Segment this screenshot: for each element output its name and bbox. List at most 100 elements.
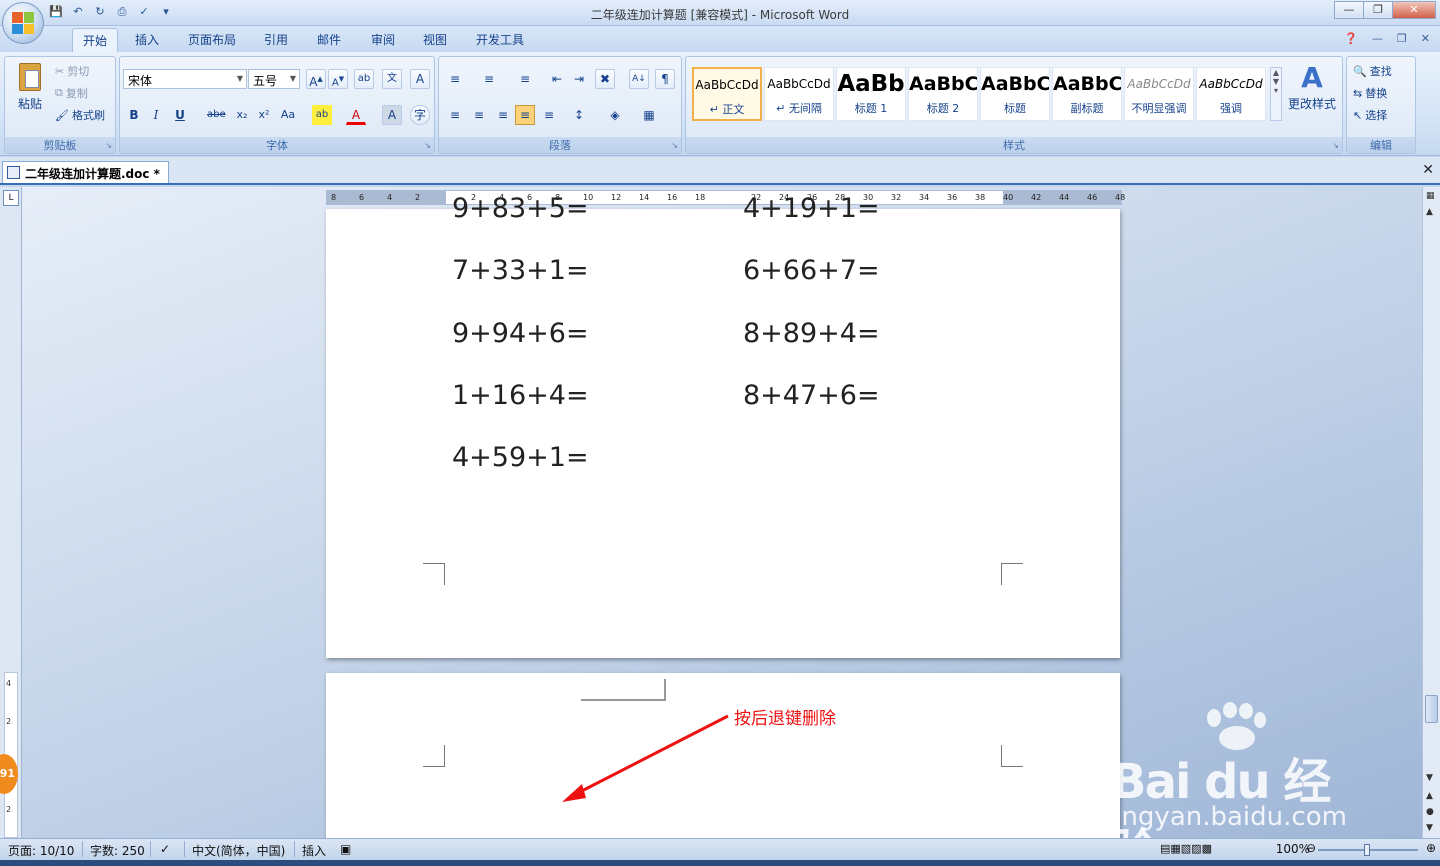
change-case-icon[interactable]: Aa — [278, 105, 298, 125]
strikethrough-icon[interactable]: abe — [206, 105, 226, 125]
show-marks-icon[interactable]: ¶ — [655, 69, 675, 89]
help-icon[interactable]: ❓ — [1344, 32, 1358, 45]
style-heading-1[interactable]: AaBb 标题 1 — [836, 67, 906, 121]
page[interactable]: 9+83+5= 7+33+1= 9+94+6= 1+16+4= 4+59+1= 4+19… — [326, 193, 1120, 658]
phonetic-guide-icon[interactable]: 文 — [382, 69, 402, 89]
restore-button[interactable]: ❐ — [1363, 1, 1393, 19]
zoom-slider-knob[interactable] — [1364, 844, 1370, 856]
subscript-icon[interactable]: x₂ — [232, 105, 252, 125]
paragraph-group-label: 段落 — [439, 137, 681, 153]
style-title[interactable]: AaBbC 标题 — [980, 67, 1050, 121]
styles-launcher-icon[interactable]: ↘ — [1332, 141, 1339, 150]
vertical-scrollbar[interactable]: ▦ ▲ ▼ ▲ ● ▼ — [1422, 187, 1440, 838]
ribbon-close-icon[interactable]: ✕ — [1421, 32, 1430, 45]
minimize-button[interactable]: — — [1334, 1, 1364, 19]
tab-mailings[interactable]: 邮件 — [317, 31, 341, 48]
style-normal[interactable]: AaBbCcDd ↵ 正文 — [692, 67, 762, 121]
view-ruler-icon[interactable]: ▦ — [1426, 191, 1435, 201]
font-color-icon[interactable]: A — [346, 105, 366, 125]
format-painter-button[interactable]: 🖌 格式刷 — [55, 107, 105, 123]
zoom-in-icon[interactable]: ⊕ — [1426, 841, 1436, 855]
decrease-indent-icon[interactable]: ⇤ — [547, 69, 567, 89]
italic-icon[interactable]: I — [146, 105, 166, 125]
tab-developer[interactable]: 开发工具 — [476, 31, 524, 48]
increase-indent-icon[interactable]: ⇥ — [569, 69, 589, 89]
tab-home[interactable]: 开始 — [72, 28, 119, 54]
line-spacing-icon[interactable]: ↕ — [569, 105, 589, 125]
borders-icon[interactable]: ▦ — [639, 105, 659, 125]
grow-font-icon[interactable]: A▲ — [306, 69, 326, 89]
word-count[interactable]: 字数: 250 — [90, 842, 145, 859]
scroll-thumb[interactable] — [1425, 695, 1438, 723]
find-button[interactable]: 🔍 查找 — [1353, 63, 1392, 79]
document-canvas[interactable]: L 4 2 2 8 6 4 2 2 4 6 8 10 12 14 16 18 22 24 26 28 30 32 34… — [0, 187, 1440, 838]
numbering-icon[interactable]: ≡ — [479, 69, 499, 89]
zoom-level[interactable]: 100% — [1276, 842, 1310, 856]
document-tab[interactable]: 二年级连加计算题.doc * — [2, 161, 169, 183]
shrink-font-icon[interactable]: A▼ — [328, 69, 348, 89]
office-button[interactable] — [2, 2, 44, 44]
close-document-icon[interactable]: ✕ — [1422, 162, 1434, 178]
style-heading-2[interactable]: AaBbC 标题 2 — [908, 67, 978, 121]
sort-icon[interactable]: A↓ — [629, 69, 649, 89]
tab-review[interactable]: 审阅 — [371, 31, 395, 48]
style-emphasis[interactable]: AaBbCcDd 强调 — [1196, 67, 1266, 121]
style-subtle-emphasis[interactable]: AaBbCcDd 不明显强调 — [1124, 67, 1194, 121]
char-border-icon[interactable]: A — [410, 69, 430, 89]
char-shading-icon[interactable]: A — [382, 105, 402, 125]
change-styles-button[interactable]: A 更改样式 — [1286, 61, 1338, 131]
styles-scroll[interactable]: ▲ ▼ ▾ — [1270, 67, 1282, 121]
browse-object-icon[interactable]: ● — [1426, 807, 1434, 817]
enclose-char-icon[interactable]: 字 — [410, 105, 430, 125]
scroll-up-icon[interactable]: ▲ — [1426, 207, 1433, 217]
font-launcher-icon[interactable]: ↘ — [424, 141, 431, 150]
zoom-out-icon[interactable]: ⊖ — [1306, 841, 1316, 855]
cut-button[interactable]: ✂ 剪切 — [55, 63, 89, 79]
zoom-slider[interactable] — [1318, 844, 1418, 856]
shading-icon[interactable]: ◈ — [605, 105, 625, 125]
paragraph-launcher-icon[interactable]: ↘ — [671, 141, 678, 150]
ribbon-minimize-icon[interactable]: — — [1372, 32, 1383, 45]
ribbon-restore-icon[interactable]: ❐ — [1397, 32, 1407, 45]
tab-references[interactable]: 引用 — [264, 31, 288, 48]
close-button[interactable]: ✕ — [1392, 1, 1436, 19]
macro-record-icon[interactable]: ▣ — [340, 842, 351, 856]
clipboard-icon — [19, 63, 41, 91]
superscript-icon[interactable]: x² — [254, 105, 274, 125]
scroll-down-icon[interactable]: ▼ — [1426, 773, 1433, 783]
clear-format-icon[interactable]: ab — [354, 69, 374, 89]
tab-view[interactable]: 视图 — [423, 31, 447, 48]
style-no-spacing[interactable]: AaBbCcDd ↵ 无间隔 — [764, 67, 834, 121]
bullets-icon[interactable]: ≡ — [445, 69, 465, 89]
prev-page-icon[interactable]: ▲ — [1426, 791, 1433, 801]
page-count[interactable]: 页面: 10/10 — [8, 842, 74, 859]
distributed-icon[interactable]: ≡ — [539, 105, 559, 125]
align-left-icon[interactable]: ≡ — [445, 105, 465, 125]
align-right-icon[interactable]: ≡ — [493, 105, 513, 125]
highlight-icon[interactable]: ab — [312, 105, 332, 125]
clipboard-launcher-icon[interactable]: ↘ — [105, 141, 112, 150]
bold-icon[interactable]: B — [124, 105, 144, 125]
multilevel-list-icon[interactable]: ≡ — [515, 69, 535, 89]
align-center-icon[interactable]: ≡ — [469, 105, 489, 125]
replace-button[interactable]: ⇆ 替换 — [1353, 85, 1387, 101]
copy-button[interactable]: ⧉ 复制 — [55, 85, 88, 101]
next-page-icon[interactable]: ▼ — [1426, 823, 1433, 833]
select-button[interactable]: ↖ 选择 — [1353, 107, 1387, 123]
tab-insert[interactable]: 插入 — [135, 31, 159, 48]
tab-page-layout[interactable]: 页面布局 — [188, 31, 236, 48]
language-indicator[interactable]: 中文(简体，中国) — [192, 842, 285, 859]
paste-label: 粘贴 — [17, 97, 42, 111]
window-title: 二年级连加计算题 [兼容模式] - Microsoft Word — [590, 8, 850, 22]
underline-icon[interactable]: U — [170, 105, 190, 125]
font-size-combo[interactable]: 五号 ▼ — [248, 69, 300, 89]
style-subtitle[interactable]: AaBbC 副标题 — [1052, 67, 1122, 121]
insert-mode[interactable]: 插入 — [302, 842, 326, 859]
paste-button[interactable]: 粘贴 — [15, 61, 45, 121]
font-name-combo[interactable]: 宋体 ▼ — [123, 69, 247, 89]
view-buttons[interactable]: ▤▦▧▨▩ — [1160, 842, 1212, 855]
tab-selector-button[interactable]: L — [3, 190, 19, 206]
chinese-layout-icon[interactable]: ✖ — [595, 69, 615, 89]
proofing-icon[interactable]: ✓ — [160, 842, 170, 856]
justify-icon[interactable]: ≡ — [515, 105, 535, 125]
